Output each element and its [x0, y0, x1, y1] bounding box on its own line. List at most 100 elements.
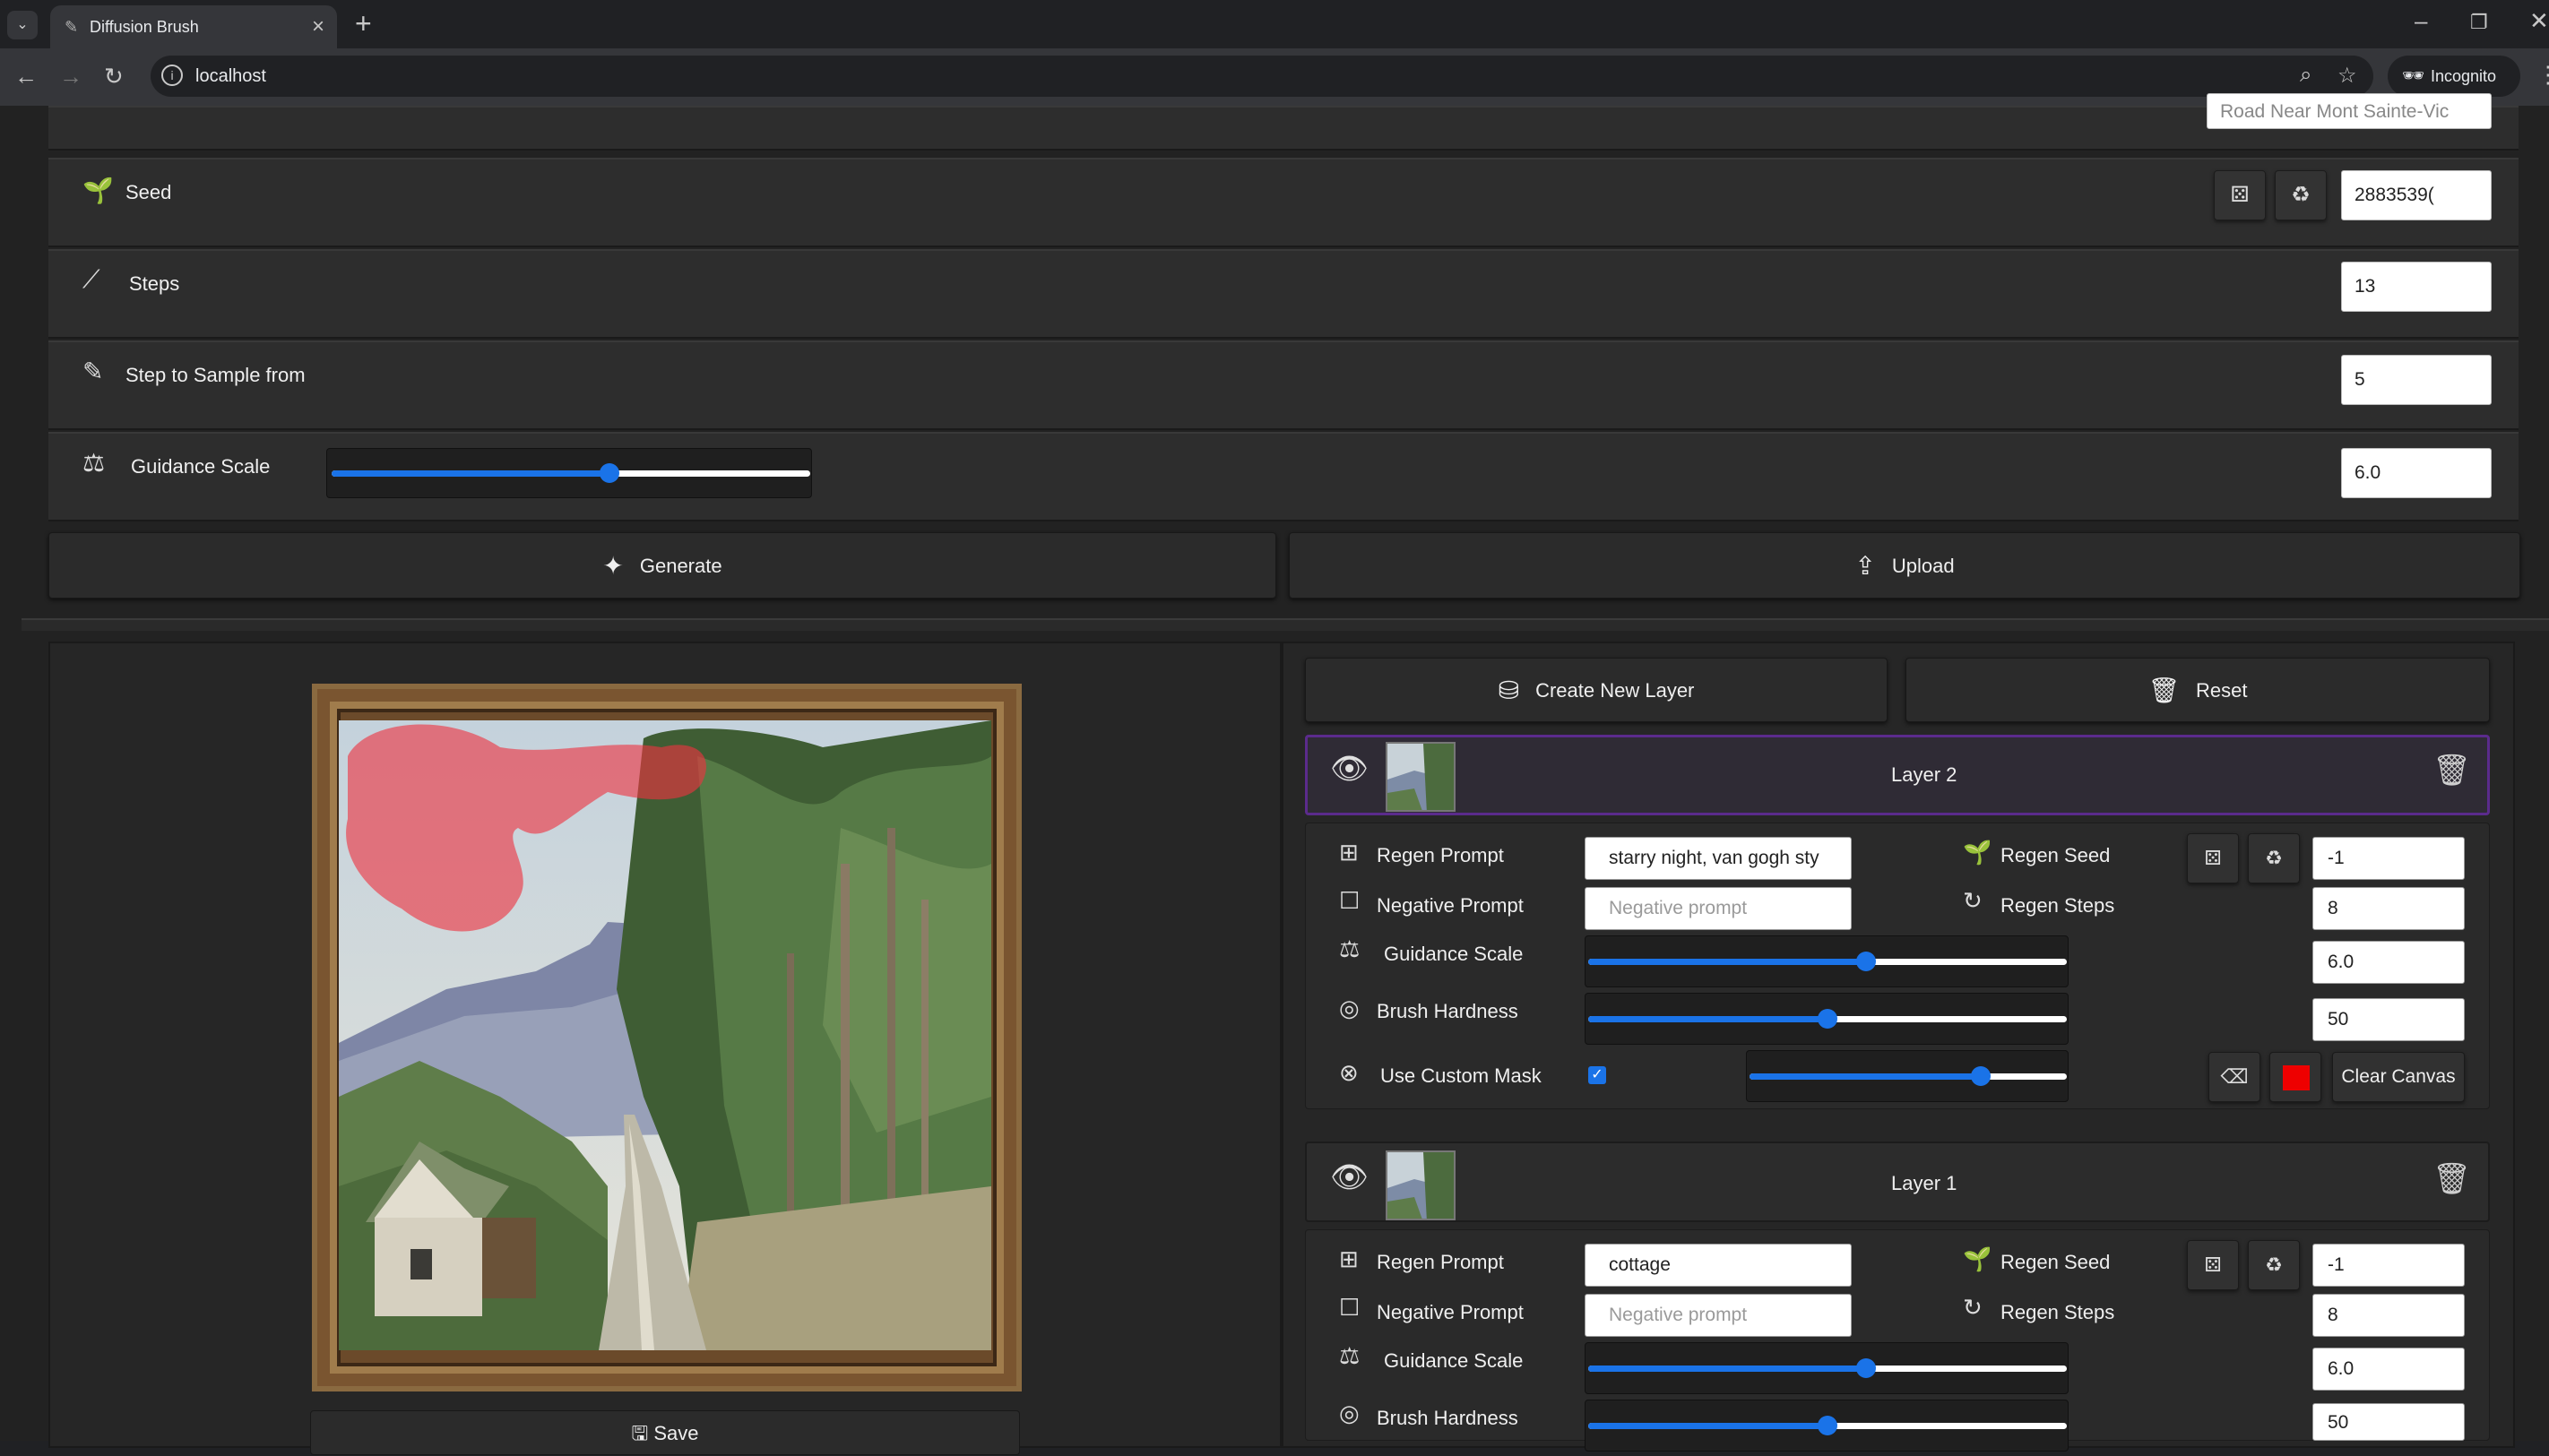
save-button[interactable]: 🖫 Save: [310, 1410, 1020, 1455]
reload-icon[interactable]: ↻: [104, 63, 124, 90]
layer-hardness-slider[interactable]: [1588, 1415, 2067, 1436]
layer-hardness-input[interactable]: 50: [2312, 998, 2465, 1041]
delete-layer-icon[interactable]: 🗑: [2432, 753, 2471, 788]
upload-label: Upload: [1891, 555, 1955, 578]
layer-hardness-slider[interactable]: [1588, 1008, 2067, 1030]
random-regen-seed-button[interactable]: ⚄: [2187, 1240, 2239, 1290]
regen-prompt-input[interactable]: starry night, van gogh sty: [1585, 837, 1852, 880]
slider-thumb[interactable]: [1855, 1358, 1876, 1378]
partial-input[interactable]: Road Near Mont Sainte-Vic: [2207, 93, 2492, 129]
brush-color-picker[interactable]: [2269, 1052, 2321, 1102]
steps-input[interactable]: 13: [2341, 262, 2492, 312]
eraser-button[interactable]: ⌫: [2208, 1052, 2260, 1102]
browser-tab[interactable]: ✎ Diffusion Brush ×: [50, 5, 337, 48]
seed-input[interactable]: 2883539(: [2341, 170, 2492, 220]
clear-canvas-button[interactable]: Clear Canvas: [2332, 1052, 2465, 1102]
negative-prompt-input[interactable]: Negative prompt: [1585, 1294, 1852, 1337]
eye-icon[interactable]: 👁: [1330, 1159, 1369, 1195]
layer-guidance-input[interactable]: 6.0: [2312, 1348, 2465, 1391]
guidance-input[interactable]: 6.0: [2341, 448, 2492, 498]
seed-label: Seed: [125, 181, 172, 203]
regen-prompt-input[interactable]: cottage: [1585, 1244, 1852, 1287]
save-icon: 🖫: [631, 1422, 654, 1444]
reset-button[interactable]: 🗑 Reset: [1905, 658, 2490, 722]
mask-brush-size-slider[interactable]: [1750, 1065, 2067, 1087]
close-window-icon[interactable]: ✕: [2529, 7, 2549, 35]
layer-hardness-input[interactable]: 50: [2312, 1403, 2465, 1441]
new-tab-icon[interactable]: +: [355, 7, 372, 40]
brush-favicon-icon: ✎: [65, 18, 79, 36]
use-custom-mask-checkbox[interactable]: ✓: [1588, 1066, 1606, 1084]
scale-icon: ⚖: [1339, 1342, 1361, 1369]
negative-prompt-label: Negative Prompt: [1377, 894, 1524, 917]
layer-thumbnail: [1386, 742, 1456, 812]
regen-seed-input[interactable]: -1: [2312, 1244, 2465, 1287]
prompt-add-icon: ⊞: [1339, 1245, 1359, 1272]
layer-name: Layer 2: [1891, 763, 1957, 786]
slider-thumb[interactable]: [1971, 1066, 1992, 1086]
layer-guidance-slider[interactable]: [1588, 1357, 2067, 1379]
sprout-icon: 🌱: [1963, 1245, 1992, 1272]
brush-hardness-label: Brush Hardness: [1377, 1000, 1518, 1022]
trash-icon: 🗑: [2147, 676, 2181, 705]
step-sample-input[interactable]: 5: [2341, 355, 2492, 405]
layer-guidance-input[interactable]: 6.0: [2312, 941, 2465, 984]
back-icon[interactable]: ←: [14, 63, 38, 90]
comment-icon: ☐: [1339, 887, 1361, 914]
prompt-add-icon: ⊞: [1339, 839, 1359, 866]
sprout-icon: 🌱: [1963, 839, 1992, 866]
browser-toolbar: ← → ↻ i localhost ⌕ ☆ 🕶 Incognito ⋮: [0, 48, 2549, 106]
save-label: Save: [653, 1422, 699, 1444]
negative-prompt-label: Negative Prompt: [1377, 1301, 1524, 1323]
scale-icon: ⚖: [82, 449, 106, 477]
step-sample-label: Step to Sample from: [125, 364, 306, 386]
hardness-icon: ◎: [1339, 1400, 1360, 1426]
restore-icon[interactable]: ❐: [2470, 11, 2488, 34]
random-regen-seed-button[interactable]: ⚄: [2187, 833, 2239, 883]
recycle-regen-seed-button[interactable]: ♻: [2248, 833, 2300, 883]
regen-seed-label: Regen Seed: [2000, 844, 2111, 866]
comment-icon: ☐: [1339, 1294, 1361, 1321]
generate-button[interactable]: ✦ Generate: [48, 532, 1276, 599]
close-tab-icon[interactable]: ×: [312, 14, 324, 39]
recycle-seed-button[interactable]: ♻: [2275, 170, 2327, 220]
forward-icon[interactable]: →: [59, 63, 82, 90]
regen-seed-input[interactable]: -1: [2312, 837, 2465, 880]
zoom-icon[interactable]: ⌕: [2300, 63, 2311, 88]
layers-add-icon: ⛁: [1498, 676, 1520, 705]
pen-icon: ✎: [82, 358, 104, 385]
generate-label: Generate: [639, 555, 722, 578]
address-bar[interactable]: i localhost ⌕ ☆: [151, 56, 2373, 97]
brush-hardness-label: Brush Hardness: [1377, 1407, 1518, 1429]
steps-label: Steps: [129, 272, 180, 295]
slider-thumb[interactable]: [1818, 1009, 1837, 1029]
regen-prompt-label: Regen Prompt: [1377, 1251, 1504, 1273]
layer-guidance-slider[interactable]: [1588, 951, 2067, 972]
tab-strip: ⌄ ✎ Diffusion Brush × + – ❐ ✕: [0, 0, 2549, 48]
image-canvas[interactable]: [339, 720, 991, 1350]
minimize-icon[interactable]: –: [2415, 7, 2427, 35]
guidance-label: Guidance Scale: [131, 455, 271, 478]
browser-menu-icon[interactable]: ⋮: [2536, 61, 2549, 89]
partial-row: [48, 106, 2519, 151]
site-info-icon[interactable]: i: [161, 65, 183, 86]
create-layer-button[interactable]: ⛁ Create New Layer: [1305, 658, 1888, 722]
slider-thumb[interactable]: [1818, 1416, 1837, 1435]
guidance-slider[interactable]: [332, 462, 810, 484]
incognito-indicator[interactable]: 🕶 Incognito: [2388, 56, 2520, 97]
regen-steps-input[interactable]: 8: [2312, 887, 2465, 930]
delete-layer-icon[interactable]: 🗑: [2432, 1161, 2471, 1197]
random-seed-button[interactable]: ⚄: [2214, 170, 2266, 220]
reset-label: Reset: [2196, 679, 2248, 702]
eye-icon[interactable]: 👁: [1330, 751, 1369, 787]
regen-steps-input[interactable]: 8: [2312, 1294, 2465, 1337]
recycle-regen-seed-button[interactable]: ♻: [2248, 1240, 2300, 1290]
bookmark-star-icon[interactable]: ☆: [2337, 63, 2357, 89]
url-text[interactable]: localhost: [195, 66, 266, 87]
slider-thumb[interactable]: [599, 463, 619, 483]
tab-search-button[interactable]: ⌄: [7, 11, 38, 39]
sprout-icon: 🌱: [82, 177, 114, 204]
upload-button[interactable]: ⇪ Upload: [1289, 532, 2520, 599]
negative-prompt-input[interactable]: Negative prompt: [1585, 887, 1852, 930]
slider-thumb[interactable]: [1855, 952, 1876, 971]
